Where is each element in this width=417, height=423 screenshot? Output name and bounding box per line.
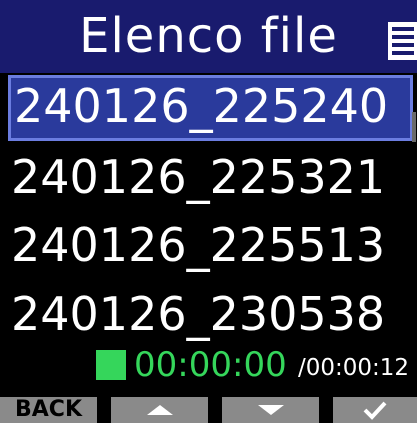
header-bar: Elenco file — [0, 0, 417, 73]
back-button-label: BACK — [15, 397, 82, 422]
checkmark-icon — [363, 401, 387, 420]
file-list-item[interactable]: 240126_225321 — [8, 146, 413, 212]
confirm-button[interactable] — [333, 397, 417, 423]
file-list-item-selected[interactable]: 240126_225240 — [8, 75, 413, 141]
current-time: 00:00:00 — [134, 345, 287, 385]
scroll-indicator-icon — [412, 112, 416, 142]
function-button-bar: BACK — [0, 397, 417, 423]
playback-time-row: 00:00:00 /00:00:12 — [0, 345, 417, 388]
down-button[interactable] — [222, 397, 319, 423]
triangle-down-icon — [257, 405, 284, 415]
file-list-icon — [388, 22, 417, 60]
total-time: /00:00:12 — [298, 355, 410, 381]
triangle-up-icon — [146, 405, 173, 415]
up-button[interactable] — [111, 397, 208, 423]
back-button[interactable]: BACK — [0, 397, 97, 423]
file-list-item[interactable]: 240126_230538 — [8, 283, 413, 349]
screen-title: Elenco file — [79, 8, 338, 64]
file-list-item[interactable]: 240126_225513 — [8, 214, 413, 280]
stop-indicator-icon — [96, 350, 126, 380]
